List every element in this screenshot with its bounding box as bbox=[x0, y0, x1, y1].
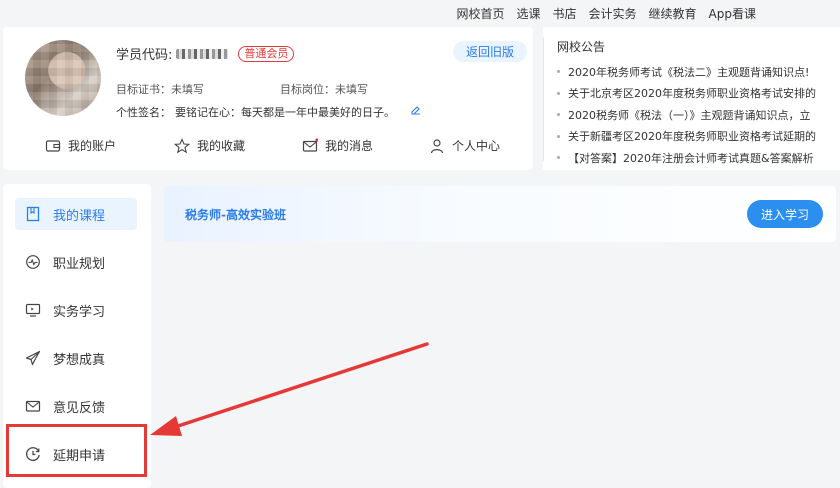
bullet-dot bbox=[557, 113, 560, 117]
my-messages-link[interactable]: 我的消息 bbox=[302, 137, 373, 154]
sidebar-item-practice[interactable]: 实务学习 bbox=[15, 294, 137, 326]
notice-item[interactable]: 2020税务师《税法（一）》主观题背诵知识点，立 bbox=[557, 104, 840, 126]
sidebar-item-label: 职业规划 bbox=[53, 256, 106, 272]
signature-text: 要铭记在心：每天都是一年中最美好的日子。 bbox=[175, 106, 395, 119]
mail-icon bbox=[25, 398, 41, 414]
book-icon bbox=[25, 206, 41, 222]
edit-icon[interactable] bbox=[411, 104, 421, 120]
goal-certificate: 目标证书：未填写 bbox=[116, 83, 204, 96]
sidebar-item-label: 我的课程 bbox=[53, 208, 106, 224]
notice-title: 网校公告 bbox=[557, 40, 606, 54]
career-icon bbox=[25, 254, 41, 270]
sidebar-item-label: 意见反馈 bbox=[53, 400, 106, 416]
bullet-dot bbox=[557, 156, 560, 160]
my-messages-label: 我的消息 bbox=[325, 139, 374, 153]
wallet-icon bbox=[45, 138, 61, 154]
annotation-highlight-box bbox=[6, 424, 147, 477]
avatar[interactable] bbox=[25, 40, 101, 116]
signature-label: 个性签名： bbox=[116, 106, 171, 119]
nav-accounting[interactable]: 会计实务 bbox=[589, 5, 637, 22]
student-id-label: 学员代码: bbox=[116, 48, 173, 63]
star-icon bbox=[173, 137, 191, 154]
notice-item[interactable]: 【对答案】2020年注册会计师考试真题&答案解析 bbox=[557, 147, 840, 169]
notice-item[interactable]: 关于北京考区2020年度税务师职业资格考试安排的 bbox=[557, 83, 840, 105]
monitor-icon bbox=[25, 302, 41, 318]
my-favorites-label: 我的收藏 bbox=[197, 139, 246, 153]
notice-item-text: 关于新疆考区2020年度税务师职业资格考试延期的 bbox=[568, 130, 816, 144]
sidebar-item-dream[interactable]: 梦想成真 bbox=[15, 342, 137, 374]
enter-study-button[interactable]: 进入学习 bbox=[747, 200, 823, 228]
goal-job: 目标岗位：未填写 bbox=[280, 83, 368, 96]
sidebar-item-label: 实务学习 bbox=[53, 304, 106, 320]
sidebar-item-label: 梦想成真 bbox=[53, 352, 106, 368]
bullet-dot bbox=[557, 134, 560, 138]
notice-list: 2020年税务师考试《税法二》主观题背诵知识点! 关于北京考区2020年度税务师… bbox=[557, 61, 840, 169]
nav-continuing-edu[interactable]: 继续教育 bbox=[649, 5, 697, 22]
course-card: 税务师-高效实验班 进入学习 bbox=[164, 186, 836, 242]
nav-home[interactable]: 网校首页 bbox=[456, 5, 504, 22]
quick-links: 我的账户 我的收藏 我的消息 个人中心 bbox=[3, 137, 533, 161]
nav-courses[interactable]: 选课 bbox=[516, 5, 540, 22]
signature-row: 个性签名： 要铭记在心：每天都是一年中最美好的日子。 bbox=[116, 104, 421, 120]
my-account-label: 我的账户 bbox=[68, 139, 117, 153]
notice-item-text: 【对答案】2020年注册会计师考试真题&答案解析 bbox=[568, 151, 814, 165]
sidebar-item-career[interactable]: 职业规划 bbox=[15, 246, 137, 278]
sidebar-item-feedback[interactable]: 意见反馈 bbox=[15, 390, 137, 422]
notice-item[interactable]: 2020年税务师考试《税法二》主观题背诵知识点! bbox=[557, 61, 840, 83]
notice-divider bbox=[543, 37, 544, 161]
paper-plane-icon bbox=[25, 350, 41, 366]
personal-center-label: 个人中心 bbox=[452, 139, 501, 153]
notice-item-text: 2020税务师《税法（一）》主观题背诵知识点，立 bbox=[568, 108, 811, 122]
course-title[interactable]: 税务师-高效实验班 bbox=[185, 206, 286, 223]
my-favorites-link[interactable]: 我的收藏 bbox=[173, 137, 246, 154]
bullet-dot bbox=[557, 91, 560, 95]
member-badge: 普通会员 bbox=[238, 45, 295, 62]
notice-item-text: 2020年税务师考试《税法二》主观题背诵知识点! bbox=[568, 65, 810, 79]
notice-board: 网校公告 2020年税务师考试《税法二》主观题背诵知识点! 关于北京考区2020… bbox=[543, 27, 840, 170]
notice-item-text: 关于北京考区2020年度税务师职业资格考试安排的 bbox=[568, 87, 816, 101]
mail-icon bbox=[302, 137, 319, 154]
user-icon bbox=[429, 138, 445, 154]
return-old-version-button[interactable]: 返回旧版 bbox=[453, 41, 527, 62]
personal-center-link[interactable]: 个人中心 bbox=[429, 137, 500, 154]
student-id-masked bbox=[176, 48, 229, 59]
nav-app[interactable]: App看课 bbox=[709, 5, 756, 22]
student-id-row: 学员代码: 普通会员 bbox=[116, 44, 295, 63]
sidebar-item-my-courses[interactable]: 我的课程 bbox=[15, 198, 137, 230]
bullet-dot bbox=[557, 70, 560, 74]
profile-card: 学员代码: 普通会员 返回旧版 目标证书：未填写 目标岗位：未填写 个性签名： … bbox=[3, 27, 533, 170]
top-nav: 网校首页 选课 书店 会计实务 继续教育 App看课 bbox=[0, 0, 840, 27]
notice-item[interactable]: 关于新疆考区2020年度税务师职业资格考试延期的 bbox=[557, 126, 840, 148]
my-account-link[interactable]: 我的账户 bbox=[45, 137, 116, 154]
nav-bookstore[interactable]: 书店 bbox=[553, 5, 577, 22]
